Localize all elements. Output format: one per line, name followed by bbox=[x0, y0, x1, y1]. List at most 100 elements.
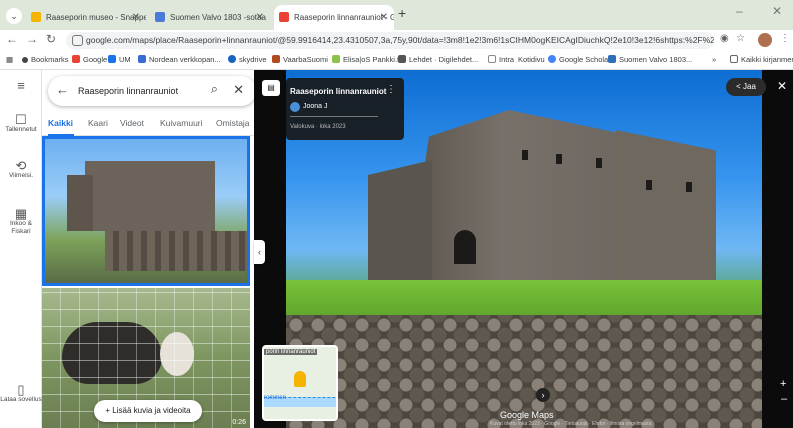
viewer-footer: Kuvat otettu loka 2023 · Google · Tietos… bbox=[490, 421, 652, 427]
bookmark-item[interactable]: VaarbaSuomi bbox=[272, 50, 328, 70]
more-menu-icon[interactable]: ⋮ bbox=[780, 33, 790, 44]
bookmark-icon: ☐ bbox=[15, 112, 27, 127]
history-icon: ⟲ bbox=[15, 158, 27, 173]
castle-tower-image bbox=[67, 175, 93, 231]
divider bbox=[290, 116, 378, 117]
rail-item-inkoo[interactable]: ▦ Inkoo & Fiskari bbox=[0, 207, 42, 236]
new-tab-button[interactable]: + bbox=[398, 5, 406, 21]
author-avatar[interactable] bbox=[290, 102, 300, 112]
rail-item-get-app[interactable]: ▯ Lataa sovellus bbox=[0, 382, 42, 404]
castle-image bbox=[85, 161, 215, 231]
back-arrow-icon[interactable]: ← bbox=[56, 82, 69, 97]
minimap[interactable]: porin linnanrauniot rommen bbox=[262, 345, 338, 421]
pegman-icon bbox=[294, 371, 306, 387]
rail-item-recent[interactable]: ⟲ Viimeisi. bbox=[0, 158, 42, 180]
tab-videos[interactable]: Videot bbox=[120, 118, 144, 128]
photo-thumbnail-castle[interactable] bbox=[42, 136, 250, 286]
close-viewer-icon[interactable]: ✕ bbox=[777, 79, 787, 93]
place-title[interactable]: Raaseporin linnanrauniot bbox=[290, 87, 386, 96]
bookmark-item[interactable]: Bookmarks bbox=[22, 50, 69, 70]
author-name[interactable]: Joona J bbox=[303, 103, 328, 110]
bookmark-icon bbox=[108, 55, 116, 63]
cloud-icon bbox=[228, 55, 236, 63]
star-icon bbox=[22, 57, 28, 63]
layers-icon[interactable]: ▤ bbox=[262, 80, 280, 96]
close-icon[interactable]: ✕ bbox=[233, 82, 244, 98]
bookmark-item[interactable]: Elisa|oS Pankki.fi bbox=[332, 50, 401, 70]
photos-panel: ← Raaseporin linnanrauniot ⌕ ✕ Kaikki Ka… bbox=[42, 70, 254, 428]
search-input[interactable]: Raaseporin linnanrauniot bbox=[78, 76, 178, 106]
bookmark-item[interactable]: Kaikki kirjanmerkit bbox=[730, 50, 793, 70]
tab-favicon-icon bbox=[155, 12, 165, 22]
bookmark-item[interactable]: Google Scholar bbox=[548, 50, 611, 70]
back-arrow-icon[interactable]: ← bbox=[6, 32, 18, 46]
next-photo-button[interactable]: › bbox=[536, 388, 550, 402]
apps-grid-icon[interactable]: ▦ bbox=[6, 50, 13, 70]
google-maps-logo: Google Maps bbox=[500, 410, 554, 420]
tab-all[interactable]: Kaikki bbox=[48, 118, 73, 128]
tab-suomen-valvo[interactable]: Suomen Valvo 1803 -sotaa ✕ bbox=[150, 5, 270, 30]
bookmark-item[interactable]: Nordean verkkopan... bbox=[138, 50, 221, 70]
castle-window bbox=[686, 182, 692, 192]
castle-window bbox=[522, 150, 528, 160]
bookmark-item[interactable]: Kotidivu bbox=[518, 50, 545, 70]
close-window-button[interactable]: ✕ bbox=[772, 4, 782, 18]
reload-icon[interactable]: ↻ bbox=[46, 32, 56, 46]
tab-dry-stone-wall[interactable]: Kuivamuuri bbox=[160, 118, 203, 128]
bookmark-icon bbox=[608, 55, 616, 63]
share-button[interactable]: < Jaa bbox=[726, 78, 766, 96]
search-box[interactable]: ← Raaseporin linnanrauniot ⌕ ✕ bbox=[48, 76, 254, 106]
google-icon bbox=[72, 55, 80, 63]
bookmark-icon bbox=[548, 55, 556, 63]
bookmark-item[interactable]: skydrive bbox=[228, 50, 267, 70]
minimize-button[interactable]: – bbox=[736, 4, 743, 18]
stone-wall-image bbox=[105, 231, 247, 271]
bookmark-item[interactable]: Lehdet · Digilehdet... bbox=[398, 50, 478, 70]
bookmark-item[interactable]: Intra bbox=[488, 50, 514, 70]
menu-icon[interactable]: ≡ bbox=[0, 79, 42, 92]
more-options-icon[interactable]: ⋮ bbox=[386, 84, 396, 95]
bookmarks-bar: ▦ Bookmarks Google UM Nordean verkkopan.… bbox=[0, 50, 793, 70]
minimap-water-label: rommen bbox=[264, 395, 287, 401]
search-icon[interactable]: ⌕ bbox=[211, 81, 218, 97]
share-icon: < bbox=[736, 82, 741, 91]
zoom-out-button[interactable]: – bbox=[781, 393, 787, 405]
bookmark-item[interactable]: Suomen Valvo 1803... bbox=[608, 50, 692, 70]
add-photos-button[interactable]: + Lisää kuvia ja videoita bbox=[94, 400, 202, 422]
castle-gate-image bbox=[454, 230, 476, 264]
tab-arch[interactable]: Kaari bbox=[88, 118, 108, 128]
more-bookmarks-button[interactable]: » bbox=[712, 50, 716, 70]
bookmark-icon bbox=[488, 55, 496, 63]
tab-favicon-icon bbox=[31, 12, 41, 22]
rail-item-saved[interactable]: ☐ Tallennetut bbox=[0, 112, 42, 134]
castle-right-tower-image bbox=[616, 130, 716, 300]
minimap-place-label: porin linnanrauniot bbox=[264, 349, 318, 355]
photo-category-tabs: Kaikki Kaari Videot Kuivamuuri Omistaja bbox=[42, 114, 254, 136]
url-input[interactable]: google.com/maps/place/Raaseporin+linnanr… bbox=[66, 32, 714, 49]
forward-arrow-icon[interactable]: → bbox=[26, 32, 38, 46]
zoom-in-button[interactable]: + bbox=[780, 378, 786, 390]
tab-close-icon[interactable]: ✕ bbox=[380, 5, 388, 30]
star-icon[interactable]: ☆ bbox=[736, 33, 745, 44]
tab-close-icon[interactable]: ✕ bbox=[256, 5, 264, 30]
bookmark-item[interactable]: UM bbox=[108, 50, 131, 70]
collapse-panel-button[interactable]: ‹ bbox=[254, 240, 265, 264]
address-bar: ← → ↻ google.com/maps/place/Raaseporin+l… bbox=[0, 30, 793, 50]
bookmark-icon bbox=[138, 55, 146, 63]
phone-icon: ▯ bbox=[17, 382, 25, 397]
tab-raasepori-maps[interactable]: Raaseporin linnanrauniot - Go ✕ bbox=[274, 5, 394, 30]
bookmark-icon bbox=[398, 55, 406, 63]
profile-avatar[interactable] bbox=[758, 33, 772, 47]
tab-close-icon[interactable]: ✕ bbox=[132, 5, 140, 30]
tab-raasepori-museo[interactable]: Raaseporin museo - Snappertu ✕ bbox=[26, 5, 146, 30]
maps-side-rail: ≡ ☐ Tallennetut ⟲ Viimeisi. ▦ Inkoo & Fi… bbox=[0, 70, 42, 428]
tab-search-icon[interactable]: ⌄ bbox=[6, 8, 22, 24]
browser-tabstrip: ⌄ Raaseporin museo - Snappertu ✕ Suomen … bbox=[0, 0, 793, 30]
bookmark-icon bbox=[272, 55, 280, 63]
maps-pin-icon bbox=[279, 12, 289, 22]
tab-owner[interactable]: Omistaja bbox=[216, 118, 250, 128]
site-info-icon[interactable] bbox=[72, 35, 83, 46]
bookmark-item[interactable]: Google bbox=[72, 50, 107, 70]
location-icon[interactable]: ◉ bbox=[720, 33, 729, 44]
folder-icon bbox=[730, 55, 738, 63]
